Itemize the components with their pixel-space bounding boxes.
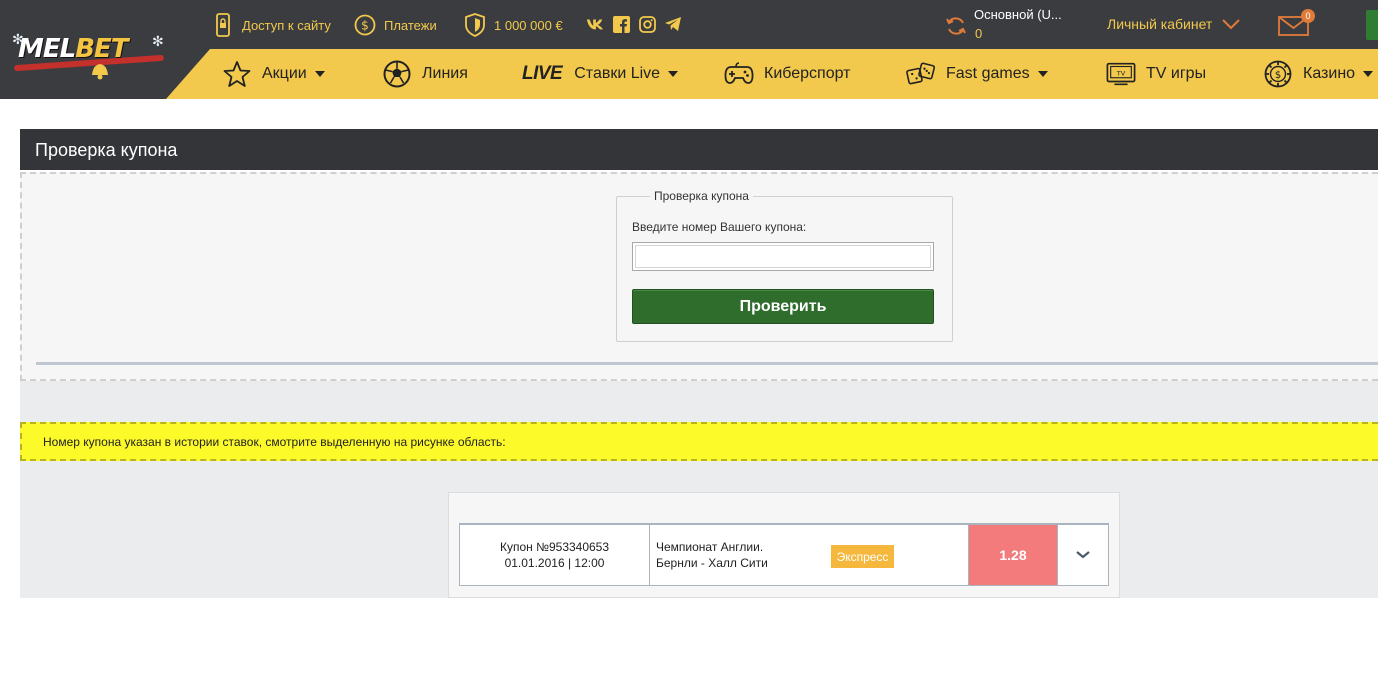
mail-count-badge: 0 (1301, 9, 1315, 23)
nav-label: Ставки Live (574, 65, 661, 82)
coupon-event-cell: Чемпионат Англии. Бернли - Халл Сити (656, 539, 768, 571)
nav-label: TV игры (1146, 65, 1207, 82)
coin-icon: $ (354, 13, 376, 37)
nav-item-tv-games[interactable]: TV TV игры (1106, 49, 1206, 99)
mobile-lock-icon (212, 13, 234, 37)
star-icon (222, 59, 252, 89)
tv-icon: TV (1106, 59, 1136, 89)
payments-link[interactable]: $ Платежи (354, 12, 437, 38)
svg-text:$: $ (361, 19, 369, 33)
coupon-datetime: 01.01.2016 | 12:00 (504, 556, 605, 570)
melbet-logo[interactable]: MELBET ✻ ✻ (12, 30, 174, 82)
nav-label: Акции (262, 65, 307, 82)
bonus-label: 1 000 000 € (494, 17, 563, 33)
bet-type-badge: Экспресс (831, 545, 894, 568)
nav-item-live-bets[interactable]: LIVE Ставки Live (522, 49, 679, 99)
section-divider (36, 362, 1378, 365)
soccer-ball-icon (382, 59, 412, 89)
form-legend: Проверка купона (650, 189, 753, 203)
register-button-edge[interactable] (1366, 10, 1378, 40)
bell-icon (92, 64, 108, 80)
coupon-league: Чемпионат Англии. (656, 540, 764, 554)
facebook-icon[interactable] (612, 15, 630, 33)
page-title: Проверка купона (20, 129, 1378, 170)
snowflake-icon: ✻ (152, 34, 164, 50)
telegram-icon[interactable] (664, 15, 682, 33)
coupon-number-cell: Купон №953340653 01.01.2016 | 12:00 (460, 525, 650, 585)
vk-icon[interactable] (586, 15, 604, 33)
instagram-icon[interactable] (638, 15, 656, 33)
account-name: Основной (U... (974, 7, 1062, 22)
coupon-number: Купон №953340653 (499, 540, 610, 554)
coupon-match: Бернли - Халл Сити (656, 556, 768, 570)
coupon-number-label: Введите номер Вашего купона: (632, 220, 807, 234)
caret-down-icon (1037, 71, 1048, 77)
svg-text:TV: TV (1116, 69, 1126, 77)
expand-coupon-toggle[interactable] (1058, 525, 1108, 585)
coupon-odds: 1.28 (968, 525, 1058, 585)
live-logo-text: LIVE (522, 63, 563, 84)
nav-label: Киберспорт (764, 65, 851, 82)
dice-icon (906, 59, 936, 89)
balance-amount: 0 (975, 26, 983, 41)
logo-text: MELBET (18, 34, 129, 64)
gamepad-icon (724, 59, 754, 89)
check-coupon-button[interactable]: Проверить (632, 289, 934, 324)
bonus-link[interactable]: 1 000 000 € (464, 12, 563, 38)
caret-down-icon (314, 71, 325, 77)
nav-item-fast-games[interactable]: Fast games (906, 49, 1048, 99)
nav-label: Fast games (946, 65, 1030, 82)
snowflake-icon: ✻ (12, 32, 24, 48)
nav-item-line[interactable]: Линия (382, 49, 468, 99)
coupon-number-input[interactable] (632, 242, 934, 271)
nav-label: Линия (422, 65, 468, 82)
casino-chip-icon: $ (1263, 59, 1293, 89)
nav-item-promotions[interactable]: Акции (222, 49, 325, 99)
chevron-down-icon (1076, 551, 1090, 559)
site-access-link[interactable]: Доступ к сайту (212, 12, 331, 38)
chevron-down-icon (1222, 19, 1241, 30)
caret-down-icon (1363, 71, 1374, 77)
caret-down-icon (668, 71, 679, 77)
refresh-icon[interactable] (944, 14, 968, 38)
nav-item-esports[interactable]: Киберспорт (724, 49, 850, 99)
social-links (586, 12, 682, 36)
coupon-hint-notice: Номер купона указан в истории ставок, см… (20, 422, 1378, 461)
main-nav: Акции Линия LIVE Ставки Live Киберспорт … (166, 49, 1378, 99)
payments-label: Платежи (384, 17, 437, 33)
shield-icon (464, 13, 486, 37)
svg-text:$: $ (1275, 70, 1281, 81)
site-access-label: Доступ к сайту (242, 17, 331, 33)
cabinet-label: Личный кабинет (1107, 16, 1213, 32)
personal-cabinet-menu[interactable]: Личный кабинет (1107, 16, 1241, 32)
nav-label: Казино (1303, 65, 1356, 82)
nav-item-casino[interactable]: $ Казино (1263, 49, 1374, 99)
coupon-example-row: Купон №953340653 01.01.2016 | 12:00 Чемп… (459, 523, 1109, 586)
